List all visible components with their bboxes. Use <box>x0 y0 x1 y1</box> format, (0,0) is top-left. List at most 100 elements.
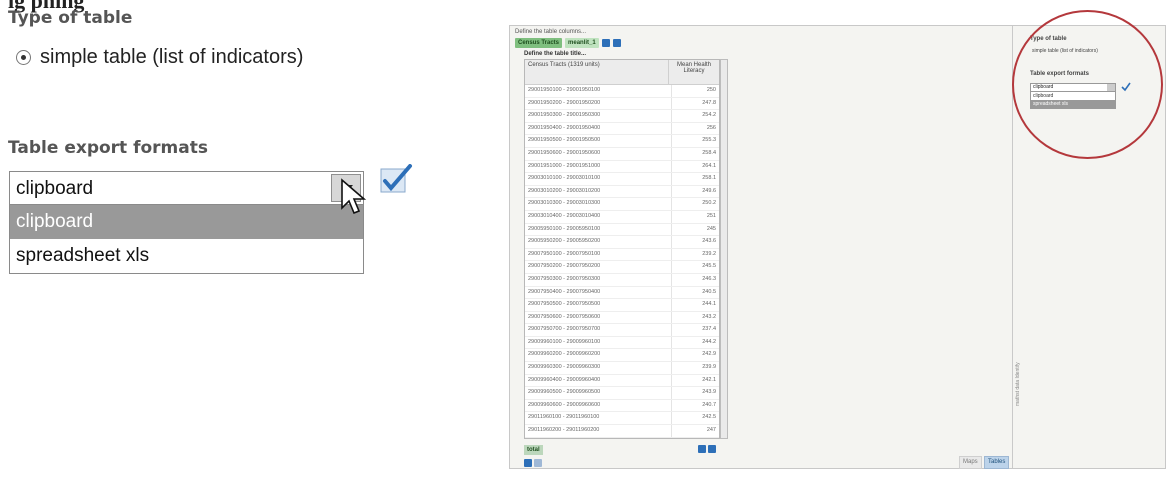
cell-tract: 29001950600 - 29001950600 <box>525 147 672 160</box>
cell-tract: 29001950300 - 29001950300 <box>525 110 672 122</box>
table-row[interactable]: 29005950100 - 29005950100 245 <box>525 223 719 237</box>
cell-value: 249.6 <box>702 187 716 194</box>
cell-value: 251 <box>706 212 716 219</box>
table-row[interactable]: 29009960500 - 29009960500 243.9 <box>525 387 719 400</box>
option-clipboard[interactable]: clipboard <box>10 205 363 239</box>
define-columns-link[interactable]: Define the table columns... <box>515 29 586 35</box>
apply-icon[interactable] <box>708 445 716 453</box>
table-row[interactable]: 29001951000 - 29001951000 264.1 <box>525 160 719 174</box>
cell-value: 242.9 <box>702 351 716 358</box>
table-row[interactable]: 29011960200 - 29011960200 247 <box>525 425 719 438</box>
cell-tract: 29003010300 - 29003010300 <box>525 198 672 210</box>
cell-tract: 29005950100 - 29005950100 <box>525 223 672 236</box>
table-row[interactable]: 29001950300 - 29001950300 254.2 <box>525 110 719 123</box>
chip-meanlit[interactable]: meanlit_1 <box>565 38 599 48</box>
table-row[interactable]: 29011960300 - 29011960300243.3 <box>525 437 719 439</box>
cell-value: 264.1 <box>702 162 716 169</box>
cell-tract: 29003010200 - 29003010200 <box>525 185 672 198</box>
table-row[interactable]: 29001950200 - 29001950200 247.8 <box>525 97 719 111</box>
cell-value: 255.3 <box>702 137 716 144</box>
cell-value: 240.7 <box>702 401 716 408</box>
cell-value: 243.3 <box>672 438 719 439</box>
chip-census-tracts[interactable]: Census Tracts <box>515 38 563 48</box>
cell-tract: 29011960200 - 29011960200 <box>525 425 672 437</box>
export-icon[interactable] <box>698 445 706 453</box>
table-row[interactable]: 29009960600 - 29009960600 240.7 <box>525 399 719 413</box>
table-row[interactable]: 29005950200 - 29005950200 243.6 <box>525 236 719 249</box>
cell-tract: 29009960300 - 29009960300 <box>525 362 672 374</box>
table-row[interactable]: 29007950200 - 29007950200 245.5 <box>525 261 719 274</box>
table-row[interactable]: 29009960100 - 29009960100 244.2 <box>525 336 719 350</box>
table-row[interactable]: 29001950600 - 29001950600 258.4 <box>525 147 719 161</box>
cell-tract: 29001950400 - 29001950400 <box>525 122 672 135</box>
col-header-literacy[interactable]: Mean Health Literacy <box>669 60 719 84</box>
cell-tract: 29009960200 - 29009960200 <box>525 349 672 362</box>
cell-value: 237.4 <box>702 326 716 333</box>
cell-value: 239.2 <box>702 250 716 257</box>
table-scrollbar[interactable] <box>720 59 728 439</box>
table-export-formats-heading: Table export formats <box>8 138 208 158</box>
table-row[interactable]: 29007950100 - 29007950100 239.2 <box>525 248 719 262</box>
data-table: Census Tracts (1319 units) Mean Health L… <box>524 59 720 439</box>
table-row[interactable]: 29003010400 - 29003010400 251 <box>525 210 719 224</box>
table-row[interactable]: 29003010200 - 29003010200 249.6 <box>525 185 719 199</box>
cell-tract: 29007950600 - 29007950600 <box>525 311 672 324</box>
option-spreadsheet-xls[interactable]: spreadsheet xls <box>10 239 363 273</box>
cell-tract: 29007950500 - 29007950500 <box>525 299 672 311</box>
define-title-link[interactable]: Define the table title... <box>524 51 586 57</box>
row-action-icons <box>524 459 542 467</box>
cell-value: 247 <box>706 427 716 434</box>
col-header-tracts[interactable]: Census Tracts (1319 units) <box>525 60 669 84</box>
total-button[interactable]: total <box>524 445 543 455</box>
cell-value: 244.1 <box>702 301 716 308</box>
table-row[interactable]: 29009960400 - 29009960400 242.1 <box>525 374 719 388</box>
table-row[interactable]: 29003010300 - 29003010300 250.2 <box>525 198 719 211</box>
add-column-icon[interactable] <box>601 39 610 47</box>
cell-tract: 29001950200 - 29001950200 <box>525 97 672 110</box>
cell-value: 244.2 <box>702 338 716 345</box>
cell-tract: 29007950200 - 29007950200 <box>525 261 672 273</box>
table-row[interactable]: 29003010100 - 29003010100 258.1 <box>525 173 719 186</box>
table-row[interactable]: 29011960100 - 29011960100 242.5 <box>525 412 719 426</box>
cell-tract: 29001951000 - 29001951000 <box>525 160 672 173</box>
table-row[interactable]: 29001950500 - 29001950500 255.3 <box>525 135 719 148</box>
cell-tract: 29011960100 - 29011960100 <box>525 412 672 425</box>
table-row[interactable]: 29009960200 - 29009960200 242.9 <box>525 349 719 363</box>
cell-value: 256 <box>706 124 716 131</box>
cell-tract: 29009960600 - 29009960600 <box>525 399 672 412</box>
table-row[interactable]: 29007950600 - 29007950600 243.2 <box>525 311 719 325</box>
cell-value: 250 <box>706 87 716 93</box>
tab-tables[interactable]: Tables <box>984 456 1010 469</box>
remove-row-icon[interactable] <box>534 459 542 467</box>
highlight-circle <box>1012 10 1163 159</box>
table-row[interactable]: 29001950100 - 29001950100 250 <box>525 85 719 98</box>
cell-value: 245 <box>706 225 716 232</box>
cell-value: 242.5 <box>702 414 716 421</box>
cell-value: 242.1 <box>702 376 716 383</box>
cell-tract: 29005950200 - 29005950200 <box>525 236 672 248</box>
table-row[interactable]: 29001950400 - 29001950400 256 <box>525 122 719 136</box>
radio-selected-icon[interactable] <box>16 50 31 65</box>
cell-value: 254.2 <box>702 112 716 119</box>
add-row-icon[interactable] <box>524 459 532 467</box>
cell-value: 258.1 <box>702 175 716 182</box>
cell-tract: 29001950100 - 29001950100 <box>525 85 672 97</box>
table-row[interactable]: 29007950500 - 29007950500 244.1 <box>525 299 719 312</box>
remove-column-icon[interactable] <box>612 39 621 47</box>
table-header: Census Tracts (1319 units) Mean Health L… <box>525 60 719 85</box>
cell-value: 246.3 <box>702 275 716 282</box>
table-row[interactable]: 29007950700 - 29007950700 237.4 <box>525 324 719 337</box>
export-format-select[interactable]: clipboard <box>9 171 364 205</box>
apply-checkmark-icon[interactable] <box>380 164 414 194</box>
cell-value: 243.6 <box>702 238 716 245</box>
export-format-options: clipboard spreadsheet xls <box>9 205 364 274</box>
table-row[interactable]: 29007950300 - 29007950300 246.3 <box>525 273 719 287</box>
cell-tract: 29009960100 - 29009960100 <box>525 336 672 349</box>
cell-tract: 29003010100 - 29003010100 <box>525 173 672 185</box>
simple-table-radio[interactable]: simple table (list of indicators) <box>16 46 303 69</box>
table-row[interactable]: 29009960300 - 29009960300 239.9 <box>525 362 719 375</box>
cell-value: 250.2 <box>702 200 716 207</box>
cell-tract: 29009960500 - 29009960500 <box>525 387 672 399</box>
table-row[interactable]: 29007950400 - 29007950400 240.5 <box>525 286 719 300</box>
tab-maps[interactable]: Maps <box>959 456 982 469</box>
